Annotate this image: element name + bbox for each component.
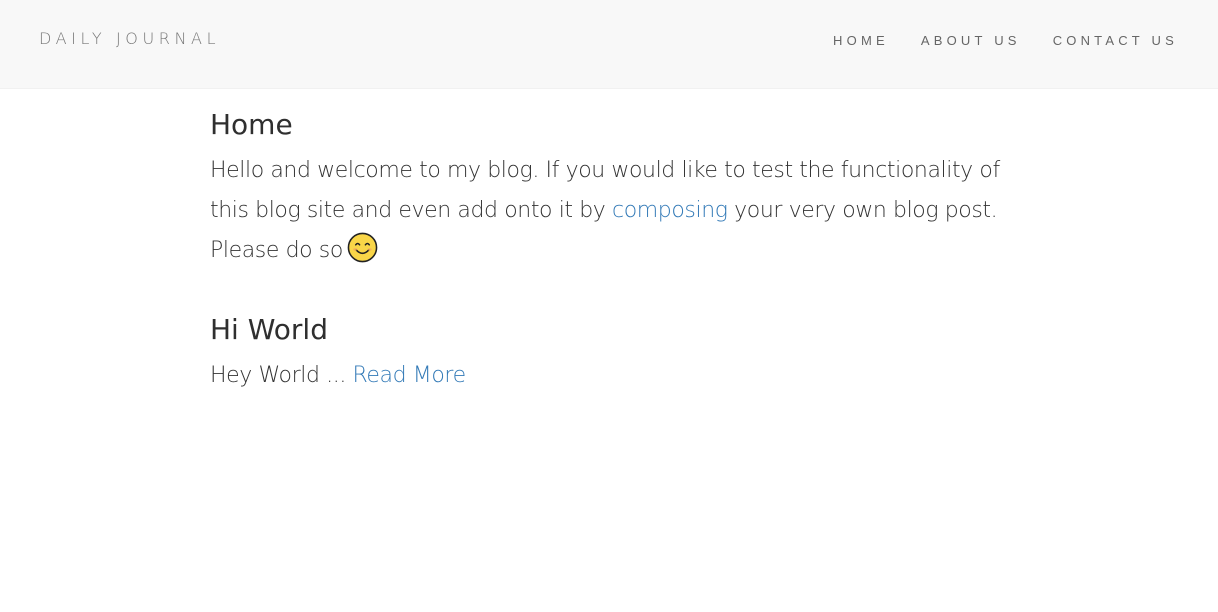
- nav-link-home[interactable]: HOME: [833, 33, 889, 48]
- compose-link[interactable]: composing: [612, 198, 728, 223]
- post-title: Hi World: [210, 313, 328, 346]
- nav-link-about-us[interactable]: ABOUT US: [921, 33, 1021, 48]
- page-title: Home: [210, 108, 293, 141]
- post-excerpt-text: Hey World ...: [210, 363, 353, 388]
- navbar: DAILY JOURNAL HOME ABOUT US CONTACT US: [0, 0, 1218, 89]
- post-item: Hi World Hey World ... Read More: [210, 310, 1010, 396]
- read-more-link[interactable]: Read More: [353, 363, 467, 388]
- post-excerpt: Hey World ... Read More: [210, 356, 1010, 396]
- brand-logo-link[interactable]: DAILY JOURNAL: [39, 29, 220, 48]
- home-section: Home Hello and welcome to my blog. If yo…: [210, 105, 1010, 271]
- intro-paragraph: Hello and welcome to my blog. If you wou…: [210, 151, 1010, 271]
- nav-menu: HOME ABOUT US CONTACT US: [801, 32, 1178, 50]
- nav-item-home: HOME: [833, 32, 889, 50]
- nav-item-contact: CONTACT US: [1053, 32, 1178, 50]
- smiling-face-icon: [347, 232, 378, 263]
- nav-link-contact-us[interactable]: CONTACT US: [1053, 33, 1178, 48]
- main-content: Home Hello and welcome to my blog. If yo…: [210, 105, 1010, 396]
- nav-item-about: ABOUT US: [921, 32, 1021, 50]
